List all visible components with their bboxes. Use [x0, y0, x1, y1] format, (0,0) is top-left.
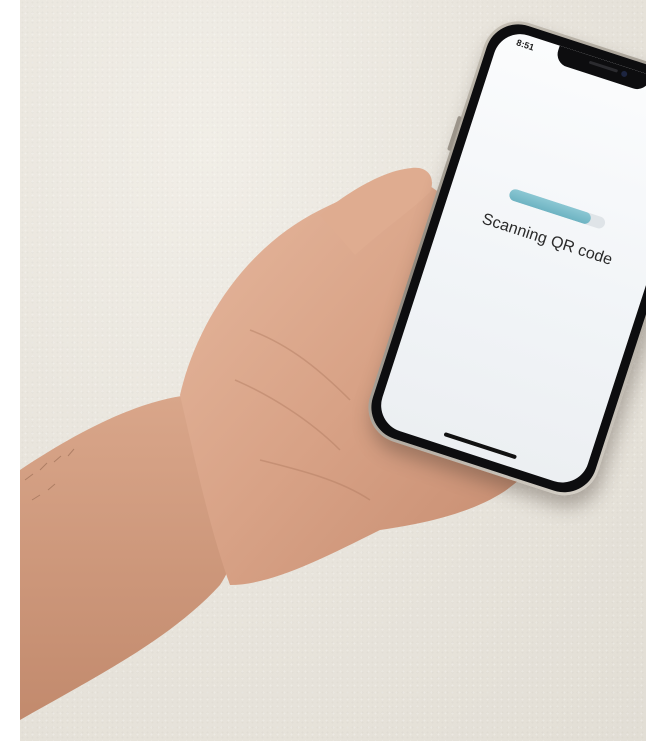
photo: 8:51 Scanning QR code: [20, 0, 646, 741]
speaker-icon: [588, 60, 619, 73]
status-time: 8:51: [515, 37, 536, 53]
camera-icon: [620, 70, 628, 78]
scan-status: Scanning QR code: [442, 170, 646, 282]
home-indicator[interactable]: [443, 432, 518, 460]
progress-fill: [507, 187, 593, 226]
